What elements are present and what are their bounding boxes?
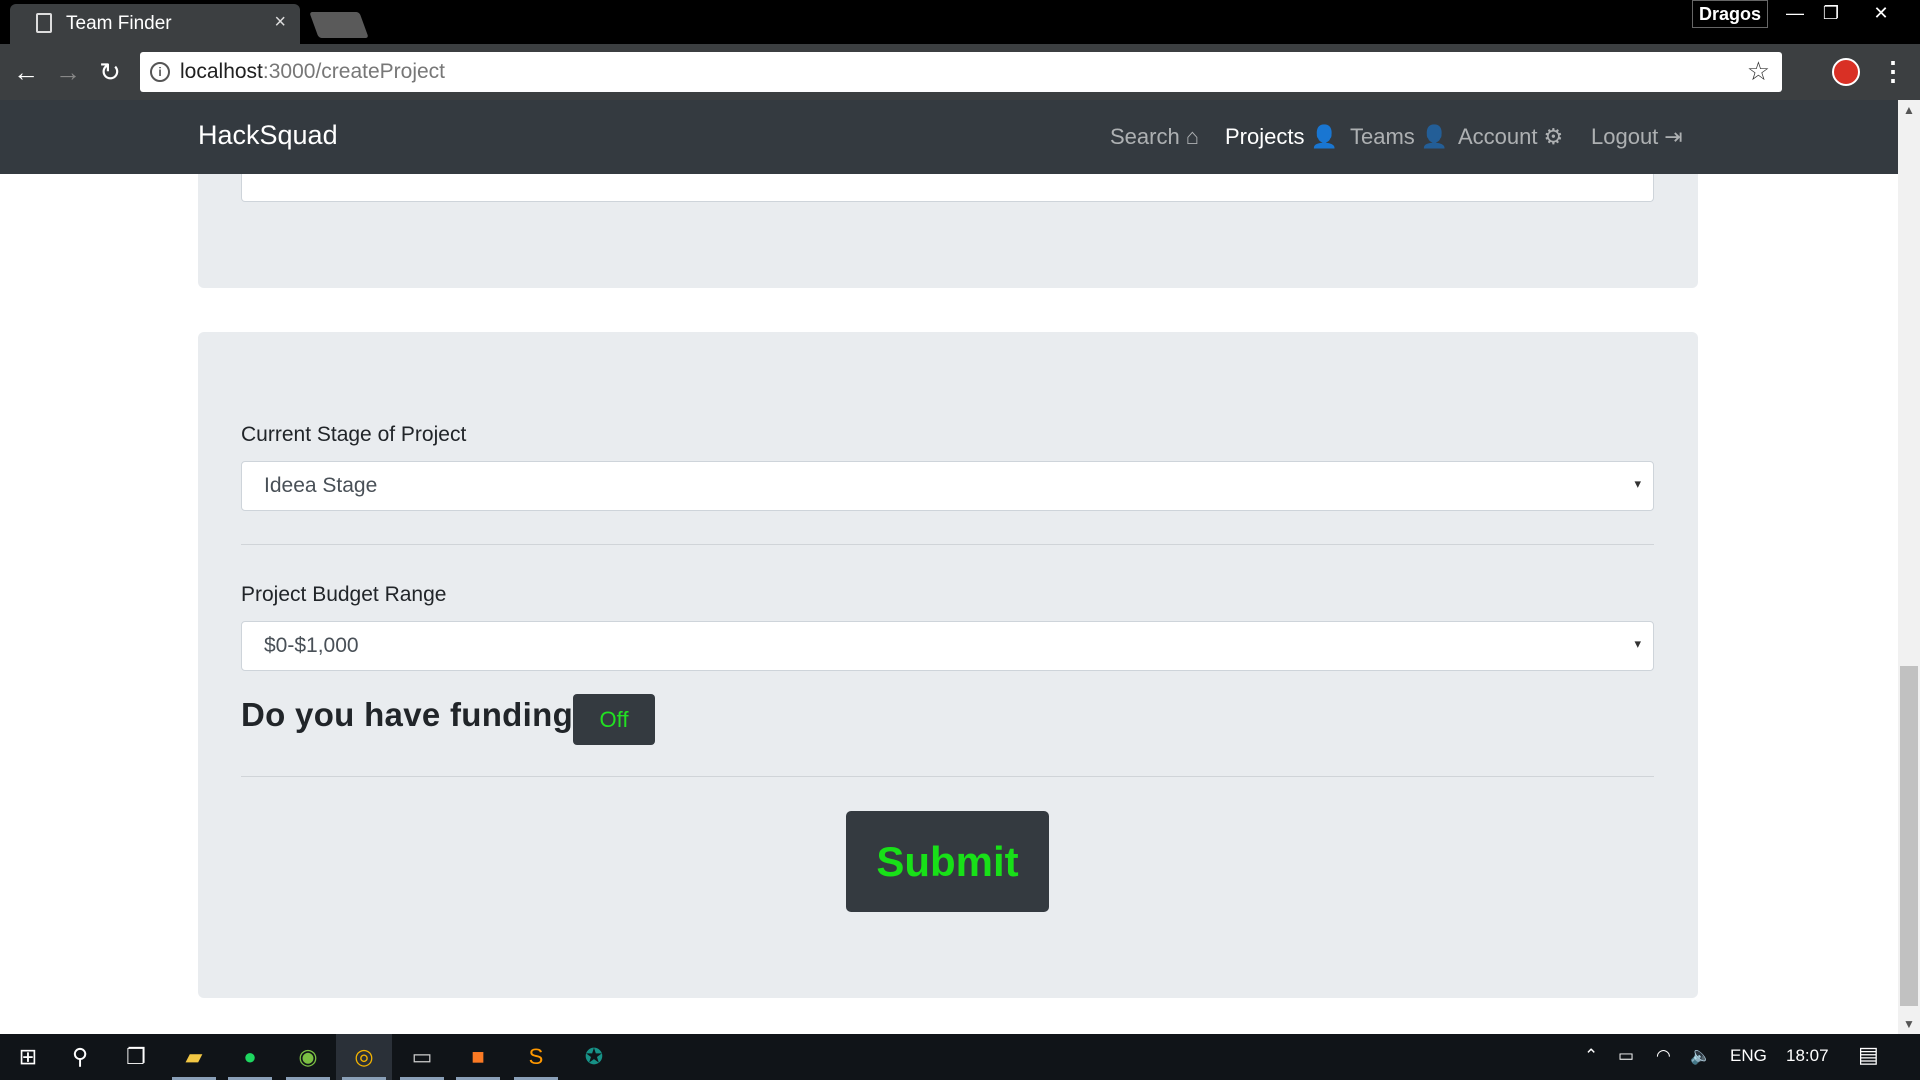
- bookmark-star-icon[interactable]: ☆: [1747, 56, 1770, 87]
- windows-start-icon[interactable]: ⊞: [0, 1034, 56, 1080]
- tray-chevron-up-icon[interactable]: ⌃: [1584, 1046, 1598, 1066]
- nav-account[interactable]: Account ⚙: [1458, 124, 1563, 150]
- divider: [241, 544, 1654, 545]
- back-icon[interactable]: ←: [8, 54, 44, 90]
- reload-icon[interactable]: ↻: [92, 54, 128, 90]
- budget-label: Project Budget Range: [241, 583, 447, 606]
- stage-label: Current Stage of Project: [241, 423, 467, 446]
- scroll-up-icon[interactable]: ▲: [1898, 100, 1920, 120]
- funding-question: Do you have funding?: [241, 696, 594, 733]
- home-icon: ⌂: [1185, 124, 1200, 149]
- user-icon: 👤: [1310, 124, 1338, 149]
- nav-search-label: Search: [1110, 124, 1180, 149]
- url-host: localhost: [180, 60, 263, 83]
- stage-select[interactable]: Ideea Stage ▾: [241, 461, 1654, 511]
- restore-icon[interactable]: ❐: [1808, 0, 1854, 28]
- nav-logout[interactable]: Logout ⇥: [1591, 124, 1683, 150]
- forward-icon[interactable]: →: [50, 54, 86, 90]
- brand-logo[interactable]: HackSquad: [198, 120, 338, 151]
- profile-name[interactable]: Dragos: [1692, 0, 1768, 28]
- description-textarea[interactable]: [241, 174, 1654, 202]
- wifi-icon[interactable]: ◠: [1656, 1046, 1671, 1066]
- nav-teams-label: Teams: [1350, 124, 1415, 149]
- nav-projects-label: Projects: [1225, 124, 1305, 149]
- task-view-icon[interactable]: ❐: [108, 1034, 164, 1080]
- browser-tab[interactable]: Team Finder ×: [10, 4, 300, 44]
- nav-search[interactable]: Search ⌂: [1110, 124, 1199, 150]
- terminal-icon[interactable]: ▭: [394, 1034, 450, 1080]
- sign-out-icon: ⇥: [1664, 124, 1683, 149]
- gears-icon: ⚙: [1543, 124, 1564, 149]
- spotify-icon[interactable]: ●: [222, 1034, 278, 1080]
- scroll-down-icon[interactable]: ▼: [1898, 1014, 1920, 1034]
- gitkraken-icon[interactable]: ✪: [566, 1034, 622, 1080]
- chrome-icon[interactable]: ◎: [336, 1034, 392, 1080]
- budget-select[interactable]: $0-$1,000 ▾: [241, 621, 1654, 671]
- funding-toggle-button[interactable]: Off: [573, 694, 655, 745]
- language-indicator[interactable]: ENG: [1730, 1046, 1767, 1066]
- browser-menu-icon[interactable]: ⋮: [1880, 56, 1906, 87]
- stage-select-value: Ideea Stage: [264, 474, 378, 497]
- tab-title: Team Finder: [66, 13, 172, 34]
- budget-select-value: $0-$1,000: [264, 634, 359, 657]
- scrollbar-thumb[interactable]: [1900, 666, 1918, 1006]
- nav-account-label: Account: [1458, 124, 1538, 149]
- tab-close-icon[interactable]: ×: [274, 11, 286, 34]
- battery-icon[interactable]: ▭: [1618, 1046, 1634, 1066]
- address-bar[interactable]: i localhost:3000/createProject ☆: [140, 52, 1782, 92]
- url-text: localhost:3000/createProject: [180, 60, 445, 84]
- notifications-icon[interactable]: ▤: [1858, 1042, 1879, 1068]
- sublime-text-icon[interactable]: S: [508, 1034, 564, 1080]
- page-icon: [36, 13, 52, 33]
- window-close-icon[interactable]: ✕: [1858, 0, 1904, 28]
- new-tab-button[interactable]: [309, 12, 369, 38]
- adblock-extension-icon[interactable]: [1832, 58, 1860, 86]
- clock[interactable]: 18:07: [1786, 1046, 1829, 1066]
- volume-icon[interactable]: 🔈: [1690, 1046, 1711, 1066]
- submit-button[interactable]: Submit: [846, 811, 1049, 912]
- divider: [241, 776, 1654, 777]
- nav-projects[interactable]: Projects 👤: [1225, 124, 1338, 150]
- nav-teams[interactable]: Teams 👤: [1350, 124, 1448, 150]
- chevron-down-icon: ▾: [1634, 476, 1641, 491]
- search-icon[interactable]: ⚲: [52, 1034, 108, 1080]
- chevron-down-icon: ▾: [1634, 636, 1641, 651]
- xampp-icon[interactable]: ■: [450, 1034, 506, 1080]
- nav-logout-label: Logout: [1591, 124, 1659, 149]
- url-path: :3000/createProject: [262, 60, 445, 83]
- user-icon: 👤: [1420, 124, 1449, 149]
- utorrent-icon[interactable]: ◉: [280, 1034, 336, 1080]
- site-info-icon[interactable]: i: [150, 62, 170, 82]
- file-explorer-icon[interactable]: ▰: [166, 1034, 222, 1080]
